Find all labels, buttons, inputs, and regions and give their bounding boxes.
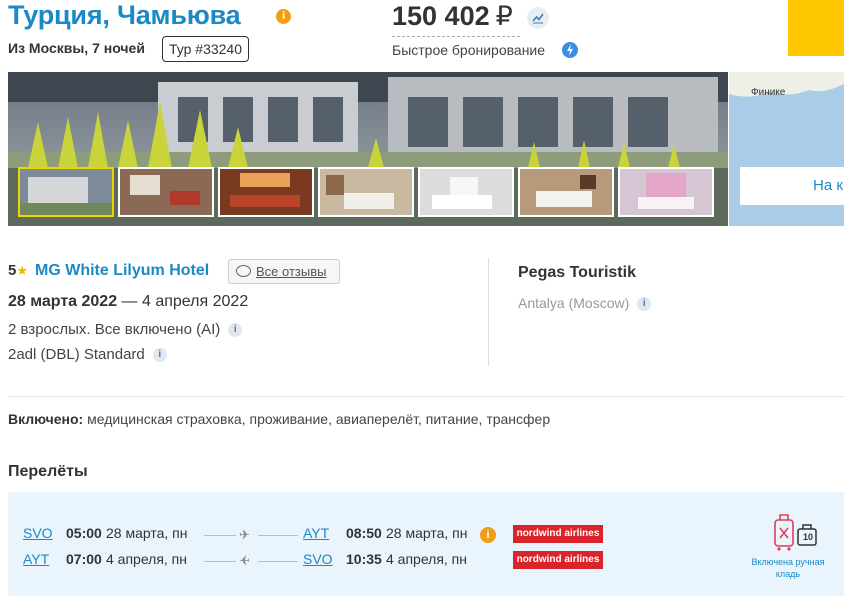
included-label: Включено: <box>8 411 84 427</box>
reviews-button[interactable]: Все отзывы <box>228 259 340 284</box>
departure-date: 4 апреля, пн <box>106 551 187 567</box>
gallery-thumbnail[interactable] <box>18 167 114 217</box>
fast-booking-label: Быстрое бронирование <box>392 42 546 58</box>
operator-route-text: Antalya (Moscow) <box>518 295 630 311</box>
currency-symbol: ₽ <box>495 1 513 31</box>
hand-luggage-weight: 10 <box>802 532 813 542</box>
gallery-thumbnail[interactable] <box>418 167 514 217</box>
price-value: 150 402 <box>392 1 490 31</box>
thumbnail-strip <box>18 167 714 217</box>
flight-row-return: AYT 07:00 4 апреля, пн ✈ SVO 10:35 4 апр… <box>8 551 844 573</box>
star-icon: ★ <box>16 263 28 278</box>
plane-icon: ✈ <box>239 553 250 568</box>
gallery-thumbnail[interactable] <box>518 167 614 217</box>
departure-time: 07:00 <box>66 551 102 567</box>
yellow-brand-block[interactable] <box>788 0 844 56</box>
departure-info: Из Москвы, 7 ночей <box>8 40 145 56</box>
destination-title: Турция, Чамьюва <box>8 0 241 30</box>
route-line <box>204 535 236 536</box>
room-type-text: 2adl (DBL) Standard <box>8 346 145 363</box>
route-line <box>258 561 298 562</box>
date-from: 28 марта 2022 <box>8 293 118 310</box>
flights-title: Перелёты <box>8 463 88 480</box>
arrival-time: 08:50 <box>346 525 382 541</box>
operator-route: Antalya (Moscow) i <box>518 295 652 312</box>
guests-meal-text: 2 взрослых. Все включено (AI) <box>8 321 221 338</box>
lightning-icon <box>562 42 578 58</box>
gallery-thumbnail[interactable] <box>618 167 714 217</box>
section-divider <box>8 396 844 397</box>
arrival-date: 4 апреля, пн <box>386 551 467 567</box>
gallery-thumbnail[interactable] <box>318 167 414 217</box>
map-preview[interactable]: Финике На к <box>729 72 844 226</box>
hotel-name-link[interactable]: MG White Lilyum Hotel <box>35 262 209 280</box>
map-city-label: Финике <box>751 87 786 98</box>
flights-panel: SVO 05:00 28 марта, пн ✈ AYT 08:50 28 ма… <box>8 492 844 596</box>
included-items: медицинская страховка, проживание, авиап… <box>87 411 551 427</box>
plane-icon: ✈ <box>239 527 250 542</box>
departure-date: 28 марта, пн <box>106 525 188 541</box>
no-checked-luggage-icon <box>774 514 794 551</box>
stay-dates: 28 марта 2022 — 4 апреля 2022 <box>8 293 248 311</box>
arrival-time: 10:35 <box>346 551 382 567</box>
gallery-thumbnail[interactable] <box>218 167 314 217</box>
gallery-thumbnail[interactable] <box>118 167 214 217</box>
route-line <box>258 535 298 536</box>
date-to: 4 апреля 2022 <box>142 293 249 310</box>
vertical-divider <box>488 258 489 366</box>
baggage-info: 10 Включена ручная кладь <box>743 512 833 580</box>
info-icon[interactable]: i <box>228 323 243 338</box>
hotel-stars: 5★ <box>8 262 28 279</box>
comment-icon <box>236 265 251 277</box>
departure-airport[interactable]: SVO <box>23 525 53 541</box>
info-icon[interactable]: i <box>276 9 291 24</box>
info-icon[interactable]: i <box>637 297 652 312</box>
price-underline <box>392 36 520 37</box>
arrival-date: 28 марта, пн <box>386 525 468 541</box>
page-title: Турция, Чамьюва i <box>8 0 291 31</box>
reviews-label: Все отзывы <box>256 264 327 279</box>
flight-row-outbound: SVO 05:00 28 марта, пн ✈ AYT 08:50 28 ма… <box>8 525 844 547</box>
guests-meal: 2 взрослых. Все включено (AI) i <box>8 321 243 338</box>
info-icon[interactable]: i <box>152 348 167 363</box>
photo-gallery[interactable] <box>8 72 728 226</box>
map-open-button[interactable]: На к <box>740 167 844 205</box>
included-services: Включено: медицинская страховка, прожива… <box>8 411 550 427</box>
room-type: 2adl (DBL) Standard i <box>8 346 167 363</box>
info-icon[interactable]: i <box>480 527 496 543</box>
baggage-label: Включена ручная кладь <box>751 557 825 579</box>
date-separator: — <box>117 293 142 310</box>
arrival-airport[interactable]: AYT <box>303 525 329 541</box>
arrival-airport[interactable]: SVO <box>303 551 333 567</box>
price: 150 402 ₽ <box>392 1 513 32</box>
airline-logo: nordwind airlines <box>513 551 603 569</box>
airline-logo: nordwind airlines <box>513 525 603 543</box>
departure-time: 05:00 <box>66 525 102 541</box>
departure-airport[interactable]: AYT <box>23 551 49 567</box>
tour-id-badge: Тур #33240 <box>162 36 250 62</box>
tour-operator: Pegas Touristik <box>518 264 636 281</box>
route-line <box>204 561 236 562</box>
price-chart-icon[interactable] <box>527 7 549 29</box>
